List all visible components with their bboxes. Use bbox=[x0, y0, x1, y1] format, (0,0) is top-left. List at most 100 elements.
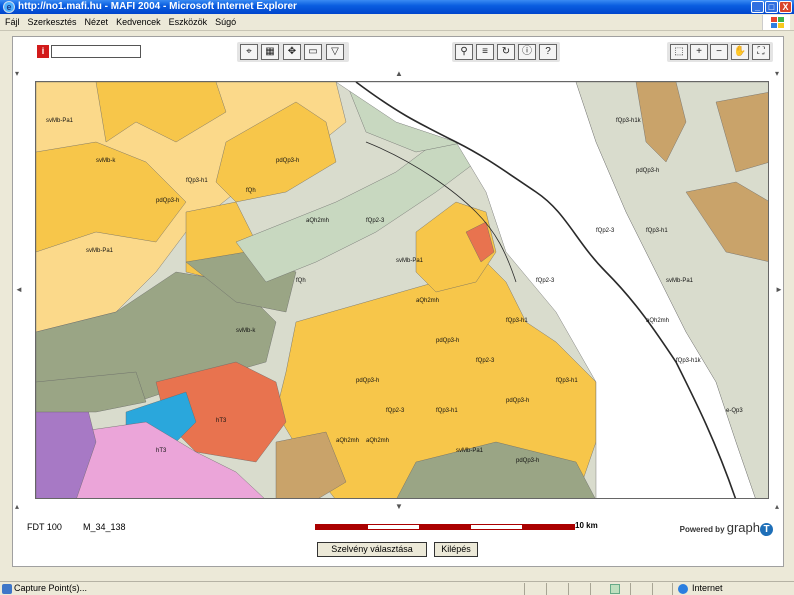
search-input[interactable] bbox=[51, 45, 141, 58]
scale-bar bbox=[315, 524, 575, 530]
map-unit-label: fQp3-h1k bbox=[616, 118, 642, 124]
map-unit-label: fQp3-h1k bbox=[676, 358, 702, 364]
internet-explorer-icon: e bbox=[3, 1, 15, 13]
info-circle-icon[interactable]: ⓘ bbox=[518, 44, 536, 60]
map-unit-label: pdQp3-h bbox=[156, 198, 179, 204]
status-divider bbox=[546, 583, 547, 595]
map-unit-label: aQh2mh bbox=[366, 438, 389, 444]
sheet-id: M_34_138 bbox=[83, 522, 126, 532]
exit-button[interactable]: Kilépés bbox=[434, 542, 478, 557]
status-divider bbox=[568, 583, 569, 595]
status-divider bbox=[652, 583, 653, 595]
map-unit-label: pdQp3-h bbox=[636, 168, 659, 174]
status-divider bbox=[630, 583, 631, 595]
page-content: i ⌖ ▦ ✥ ▭ ▽ ⚲ ≡ ↻ ⓘ ? ⬚ + − ✋ ⛶ ▲ ▼ ◄ ► … bbox=[12, 36, 784, 567]
map-unit-label: pdQp3-h bbox=[356, 378, 379, 384]
status-divider bbox=[672, 583, 673, 595]
map-unit-label: aQh2mh bbox=[646, 318, 669, 324]
map-series-label: FDT 100 bbox=[27, 522, 62, 532]
pan-downright-arrow[interactable]: ▴ bbox=[775, 502, 779, 511]
zoom-out-icon[interactable]: − bbox=[710, 44, 728, 60]
map-unit-label: fQp2-3 bbox=[536, 278, 555, 284]
powered-by-logo: Powered by graph T bbox=[680, 520, 773, 536]
status-divider bbox=[590, 583, 591, 595]
menu-help[interactable]: Súgó bbox=[211, 14, 240, 31]
geologic-map[interactable]: svMb-Pa1 svMb-k fQp3-h1 fQh pdQp3-h aQh2mh fQp… bbox=[35, 81, 769, 499]
layers-icon[interactable]: ≡ bbox=[476, 44, 494, 60]
maximize-button[interactable]: □ bbox=[765, 1, 778, 13]
binoculars-icon[interactable]: ⚲ bbox=[455, 44, 473, 60]
coordinates-icon[interactable]: ✥ bbox=[283, 44, 301, 60]
pan-left-arrow[interactable]: ◄ bbox=[15, 285, 23, 294]
title-bar: e http://no1.mafi.hu - MAFI 2004 - Micro… bbox=[0, 0, 794, 14]
map-unit-label: pdQp3-h bbox=[276, 158, 299, 164]
map-canvas[interactable]: svMb-Pa1 svMb-k fQp3-h1 fQh pdQp3-h aQh2mh fQp… bbox=[36, 82, 769, 499]
map-unit-label: fQp2-3 bbox=[366, 218, 385, 224]
full-extent-icon[interactable]: ⛶ bbox=[752, 44, 770, 60]
menu-view[interactable]: Nézet bbox=[81, 14, 113, 31]
menu-file[interactable]: Fájl bbox=[0, 14, 24, 31]
filter-icon[interactable]: ▽ bbox=[326, 44, 344, 60]
status-divider bbox=[524, 583, 525, 595]
info-button[interactable]: i bbox=[37, 45, 49, 58]
map-unit-label: fQp3-h1 bbox=[646, 228, 668, 234]
map-unit-label: pdQp3-h bbox=[516, 458, 539, 464]
map-unit-label: fQp3-h1 bbox=[556, 378, 578, 384]
map-unit-label: hT3 bbox=[216, 418, 227, 424]
map-unit-label: fQh bbox=[296, 278, 306, 284]
map-unit-label: fQp3-h1 bbox=[436, 408, 458, 414]
pan-downleft-arrow[interactable]: ▴ bbox=[15, 502, 19, 511]
map-unit-label: svMb-k bbox=[96, 158, 116, 164]
pan-upright-arrow[interactable]: ▾ bbox=[775, 69, 779, 78]
scale-icon[interactable]: ▭ bbox=[304, 44, 322, 60]
window-title: http://no1.mafi.hu - MAFI 2004 - Microso… bbox=[18, 1, 297, 12]
scale-segment bbox=[470, 525, 523, 529]
menu-tools[interactable]: Eszközök bbox=[165, 14, 212, 31]
map-unit-label: aQh2mh bbox=[416, 298, 439, 304]
zone-label: Internet bbox=[692, 583, 723, 593]
map-unit-label: svMb-k bbox=[236, 328, 256, 334]
scale-segment bbox=[522, 525, 574, 529]
map-unit-label: fQp2-3 bbox=[476, 358, 495, 364]
window-controls: _ □ X bbox=[751, 1, 792, 13]
zoom-in-icon[interactable]: + bbox=[690, 44, 708, 60]
legend-icon[interactable]: ⌖ bbox=[240, 44, 258, 60]
select-sheet-button[interactable]: Szelvény választása bbox=[317, 542, 427, 557]
minimize-button[interactable]: _ bbox=[751, 1, 764, 13]
pan-down-arrow[interactable]: ▼ bbox=[395, 502, 403, 511]
menu-favorites[interactable]: Kedvencek bbox=[112, 14, 165, 31]
internet-globe-icon bbox=[678, 584, 688, 594]
grid-icon[interactable]: ▦ bbox=[261, 44, 279, 60]
map-unit-label: svMb-Pa1 bbox=[46, 118, 74, 124]
pan-hand-icon[interactable]: ✋ bbox=[731, 44, 749, 60]
scale-segment bbox=[419, 525, 471, 529]
zoom-box-icon[interactable]: ⬚ bbox=[670, 44, 688, 60]
map-unit-label: fQp2-3 bbox=[596, 228, 615, 234]
brand-t-icon: T bbox=[760, 523, 773, 536]
map-unit-label: aQh2mh bbox=[336, 438, 359, 444]
map-unit-label: svMb-Pa1 bbox=[456, 448, 484, 454]
brand-name: graph bbox=[726, 520, 760, 535]
map-unit-label: pdQp3-h bbox=[436, 338, 459, 344]
powered-by-label: Powered by bbox=[679, 525, 725, 534]
scale-unit: km bbox=[586, 521, 598, 530]
menu-edit[interactable]: Szerkesztés bbox=[24, 14, 81, 31]
map-unit-label: aQh2mh bbox=[306, 218, 329, 224]
status-text: Capture Point(s)... bbox=[14, 583, 88, 593]
map-unit-label: svMb-Pa1 bbox=[666, 278, 694, 284]
pan-right-arrow[interactable]: ► bbox=[775, 285, 783, 294]
page-icon bbox=[2, 584, 12, 594]
map-unit-label: hT3 bbox=[156, 448, 167, 454]
scale-segment bbox=[316, 525, 368, 529]
pan-upleft-arrow[interactable]: ▾ bbox=[15, 69, 19, 78]
close-button[interactable]: X bbox=[779, 1, 792, 13]
refresh-icon[interactable]: ↻ bbox=[497, 44, 515, 60]
map-unit-label: pdQp3-h bbox=[506, 398, 529, 404]
status-bar: Capture Point(s)... Internet bbox=[0, 581, 794, 595]
map-unit-label: e-Qp3 bbox=[726, 408, 743, 414]
scale-value: 10 km bbox=[575, 521, 598, 530]
help-icon[interactable]: ? bbox=[539, 44, 557, 60]
map-unit-label: svMb-Pa1 bbox=[86, 248, 114, 254]
pan-up-arrow[interactable]: ▲ bbox=[395, 69, 403, 78]
map-unit-label: svMb-Pa1 bbox=[396, 258, 424, 264]
